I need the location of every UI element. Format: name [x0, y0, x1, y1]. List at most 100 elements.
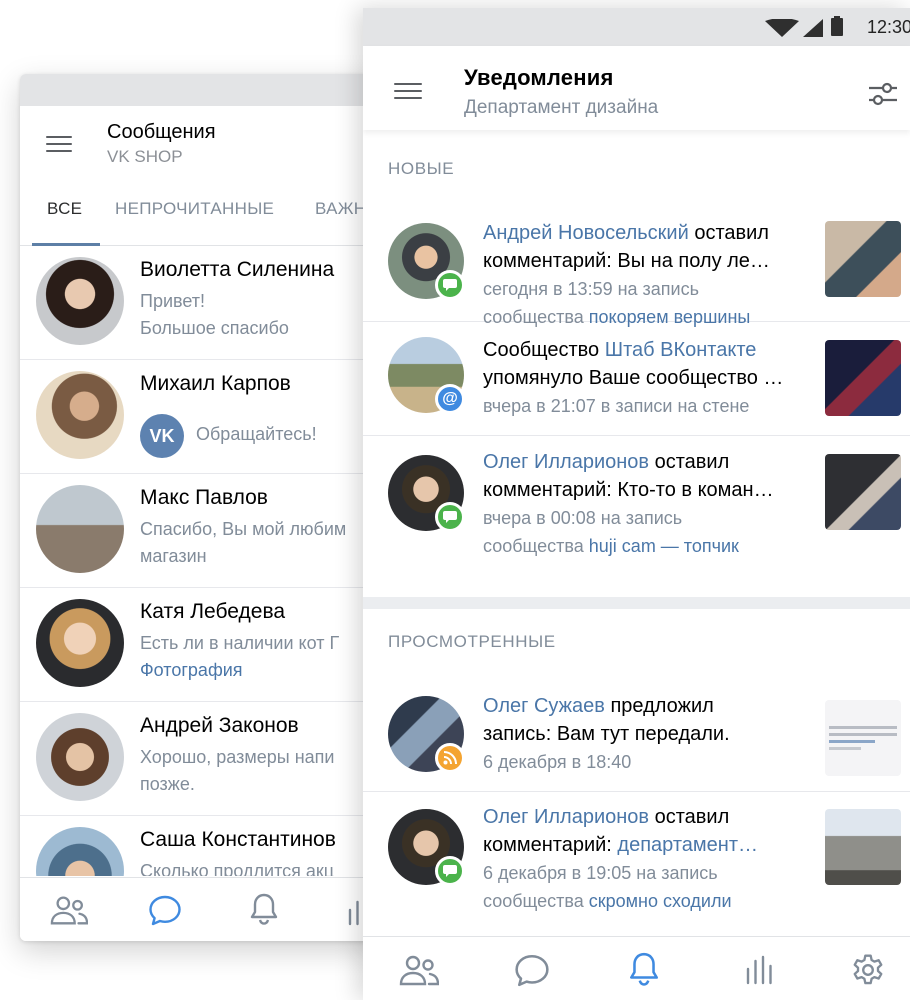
- page-title: Сообщения: [107, 121, 216, 143]
- dialog-list: Виолетта Силенина Привет! Большое спасиб…: [20, 246, 420, 876]
- rss-icon: [435, 743, 465, 773]
- notification-snippet: комментарий: Кто-то в коман…: [483, 479, 774, 501]
- dialog-item[interactable]: Макс Павлов Спасибо, Вы мой любим магази…: [20, 474, 420, 588]
- notification-text: Олег Сужаев предложил запись: Вам тут пе…: [483, 692, 801, 776]
- notification-item[interactable]: Олег Сужаев предложил запись: Вам тут пе…: [363, 681, 910, 792]
- battery-icon: [831, 16, 843, 36]
- notification-item[interactable]: Олег Илларионов оставил комментарий: деп…: [363, 792, 910, 936]
- avatar: [36, 599, 124, 687]
- stats-icon[interactable]: [744, 955, 774, 985]
- menu-icon[interactable]: [394, 83, 422, 101]
- dialog-text: Хорошо, размеры напи: [140, 747, 335, 767]
- notification-text: Андрей Новосельский оставил комментарий:…: [483, 219, 801, 331]
- action-text: оставил: [649, 806, 730, 828]
- meta-prefix: сообщества: [483, 536, 589, 556]
- page-subtitle: VK SHOP: [107, 147, 183, 166]
- comment-icon: [435, 502, 465, 532]
- section-divider: [363, 597, 910, 609]
- dialog-item[interactable]: Катя Лебедева Есть ли в наличии кот Г Фо…: [20, 588, 420, 702]
- bottom-nav: [20, 877, 420, 941]
- section-title: НОВЫЕ: [388, 159, 455, 178]
- messages-screen: Сообщения VK SHOP ВСЕ НЕПРОЧИТАННЫЕ ВАЖН…: [20, 74, 420, 941]
- notification-time: 6 декабря в 19:05 на запись: [483, 863, 718, 883]
- messages-icon[interactable]: [148, 894, 182, 926]
- bell-icon[interactable]: [628, 951, 660, 987]
- wifi-icon: [765, 19, 799, 37]
- menu-icon[interactable]: [46, 136, 72, 154]
- dialog-text: Обращайтесь!: [196, 424, 317, 444]
- snippet-prefix: комментарий:: [483, 834, 618, 856]
- dialog-item[interactable]: Михаил Карпов VK Обращайтесь!: [20, 360, 420, 474]
- page-title: Уведомления: [464, 65, 614, 90]
- post-thumbnail[interactable]: [825, 809, 901, 885]
- signal-icon: [803, 19, 823, 37]
- dialog-text: Спасибо, Вы мой любим: [140, 519, 347, 539]
- dialog-text: Сколько продлится акц: [140, 861, 335, 876]
- section-title: ПРОСМОТРЕННЫЕ: [388, 632, 556, 651]
- dialog-name: Саша Константинов: [140, 828, 336, 851]
- avatar: [36, 827, 124, 876]
- messages-icon[interactable]: [514, 953, 550, 987]
- bell-icon[interactable]: [249, 892, 279, 926]
- notification-time: вчера в 21:07 в записи на стене: [483, 396, 750, 416]
- section-new: НОВЫЕ Андрей Новосельский оставил коммен…: [363, 130, 910, 597]
- notification-item[interactable]: @ Сообщество Штаб ВКонтакте упомянуло Ва…: [363, 322, 910, 436]
- page-subtitle: Департамент дизайна: [464, 97, 659, 118]
- friends-icon[interactable]: [399, 953, 439, 987]
- notification-time: вчера в 00:08 на запись: [483, 508, 683, 528]
- dialog-text: Привет!: [140, 291, 206, 311]
- post-thumbnail[interactable]: [825, 454, 901, 530]
- community-link[interactable]: huji cam — топчик: [589, 536, 739, 556]
- status-bar: 12:30: [363, 8, 910, 46]
- friends-icon[interactable]: [50, 894, 88, 926]
- notifications-header: Уведомления Департамент дизайна: [363, 46, 910, 130]
- notification-snippet: запись: Вам тут передали.: [483, 723, 730, 745]
- status-bar: [20, 74, 420, 106]
- mention-icon: @: [435, 384, 465, 414]
- tab-all[interactable]: ВСЕ: [47, 199, 82, 219]
- actor-link[interactable]: Олег Сужаев: [483, 695, 605, 717]
- actor-link[interactable]: Штаб ВКонтакте: [605, 339, 757, 361]
- actor-link[interactable]: Олег Илларионов: [483, 451, 649, 473]
- dialog-item[interactable]: Андрей Законов Хорошо, размеры напи позж…: [20, 702, 420, 816]
- dialog-text: позже.: [140, 774, 195, 794]
- messages-header: Сообщения VK SHOP: [20, 106, 420, 166]
- avatar: [36, 371, 124, 459]
- notification-time: 6 декабря в 18:40: [483, 752, 632, 772]
- post-thumbnail[interactable]: [825, 340, 901, 416]
- dialog-name: Андрей Законов: [140, 714, 299, 737]
- post-thumbnail[interactable]: [825, 700, 901, 776]
- promo-canvas: Сообщения VK SHOP ВСЕ НЕПРОЧИТАННЫЕ ВАЖН…: [0, 0, 910, 1000]
- tab-important[interactable]: ВАЖН: [315, 199, 366, 219]
- notification-item[interactable]: Андрей Новосельский оставил комментарий:…: [363, 208, 910, 327]
- notification-item[interactable]: Олег Илларионов оставил комментарий: Кто…: [363, 436, 910, 597]
- action-text: оставил: [688, 222, 769, 244]
- dialog-name: Виолетта Силенина: [140, 258, 335, 281]
- bottom-nav: [363, 936, 910, 1000]
- dialog-item[interactable]: Виолетта Силенина Привет! Большое спасиб…: [20, 246, 420, 360]
- notification-time: сегодня в 13:59 на запись: [483, 279, 699, 299]
- community-link[interactable]: скромно сходили: [589, 891, 732, 911]
- action-text: предложил: [604, 695, 714, 717]
- actor-link[interactable]: Олег Илларионов: [483, 806, 649, 828]
- sliders-icon[interactable]: [868, 82, 898, 106]
- status-time: 12:30: [866, 17, 910, 37]
- tab-bar: ВСЕ НЕПРОЧИТАННЫЕ ВАЖН: [20, 166, 420, 246]
- notifications-screen: 12:30 Уведомления Департамент дизайна НО…: [363, 8, 910, 1000]
- meta-prefix: сообщества: [483, 891, 589, 911]
- dialog-item[interactable]: Саша Константинов Сколько продлится акц: [20, 816, 420, 876]
- action-text: оставил: [649, 451, 730, 473]
- notification-snippet: упомянуло Ваше сообщество …: [483, 367, 784, 389]
- snippet-link[interactable]: департамент…: [617, 834, 758, 856]
- post-thumbnail[interactable]: [825, 221, 901, 297]
- vk-logo-icon: VK: [140, 414, 184, 458]
- notification-text: Сообщество Штаб ВКонтакте упомянуло Ваше…: [483, 336, 801, 420]
- dialog-name: Катя Лебедева: [140, 600, 286, 623]
- dialog-text: Есть ли в наличии кот Г: [140, 633, 340, 653]
- notification-text: Олег Илларионов оставил комментарий: деп…: [483, 803, 801, 915]
- tab-unread[interactable]: НЕПРОЧИТАННЫЕ: [115, 199, 274, 219]
- actor-link[interactable]: Андрей Новосельский: [483, 222, 689, 244]
- attachment-link[interactable]: Фотография: [140, 660, 243, 681]
- section-viewed: ПРОСМОТРЕННЫЕ Олег Сужаев предложил запи…: [363, 609, 910, 936]
- gear-icon[interactable]: [851, 953, 885, 987]
